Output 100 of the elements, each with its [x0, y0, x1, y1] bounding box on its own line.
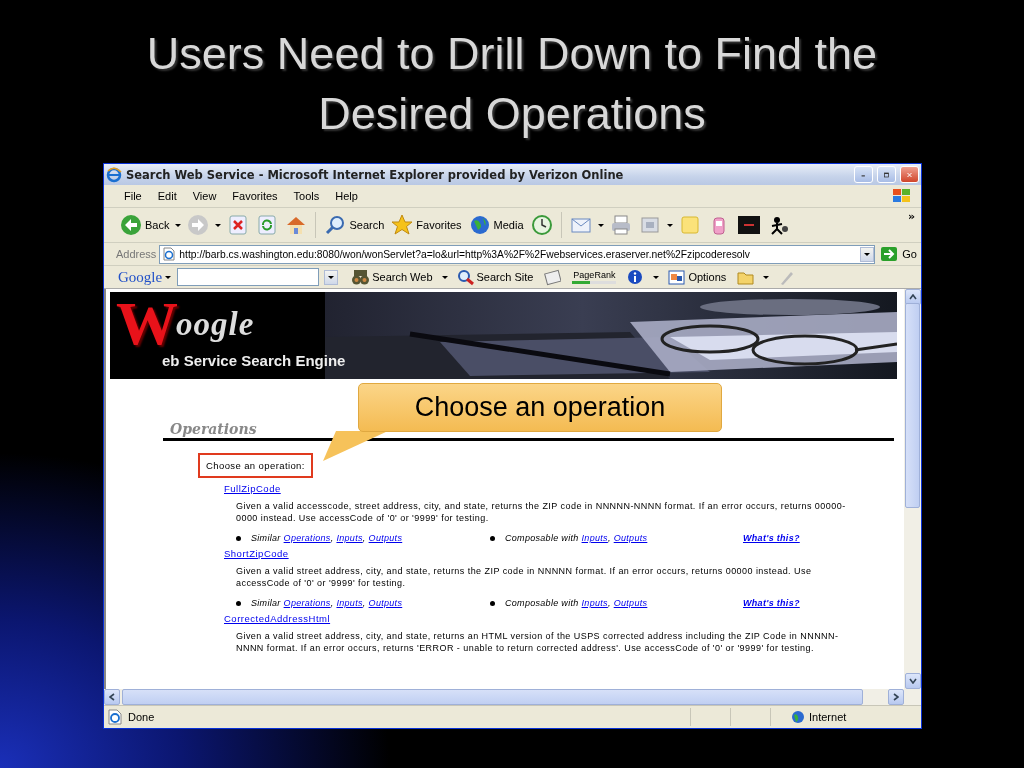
- globe-icon: [468, 214, 491, 236]
- help-link[interactable]: What's this?: [743, 533, 800, 543]
- caret-icon[interactable]: [596, 221, 605, 229]
- page-icon: [107, 709, 123, 725]
- callout: Choose an operation: [358, 383, 722, 432]
- windows-logo-icon: [891, 187, 913, 205]
- note-icon: [678, 214, 701, 236]
- menu-item[interactable]: Help: [327, 190, 366, 202]
- separator: ,: [607, 598, 611, 608]
- meta-label: Similar: [251, 533, 281, 543]
- scroll-left-button[interactable]: [104, 689, 120, 705]
- separator: ,: [607, 533, 611, 543]
- media-button[interactable]: Media: [466, 212, 526, 238]
- link[interactable]: Outputs: [613, 533, 648, 543]
- status-text: Done: [128, 711, 156, 723]
- operation-link[interactable]: FullZipCode: [224, 483, 281, 494]
- meta-label: Composable with: [505, 598, 579, 608]
- operation-link[interactable]: CorrectedAddressHtml: [224, 613, 331, 624]
- maximize-icon: [884, 169, 889, 180]
- maximize-button[interactable]: [877, 166, 896, 183]
- page-icon: [162, 247, 177, 261]
- browser-icon: [106, 166, 122, 183]
- search-icon: [456, 268, 474, 286]
- menu-item[interactable]: View: [184, 190, 225, 202]
- menu-item[interactable]: File: [116, 190, 150, 202]
- logo-tagline: eb Service Search Engine: [162, 352, 346, 369]
- tile-icon: [736, 214, 761, 236]
- separator: ,: [362, 598, 366, 608]
- operation-description: Given a valid street address, city, and state, returns the ZIP code in NNNNN format. If an error occurs, returns 00000 instead. Use accessCode of '0' or '9999' for testing.: [236, 565, 813, 589]
- bullet: [490, 535, 495, 541]
- back-button[interactable]: Back: [118, 212, 172, 238]
- info-icon: [627, 268, 645, 286]
- printer-icon: [609, 214, 632, 236]
- caret-icon[interactable]: [652, 273, 661, 281]
- link[interactable]: Operations: [283, 533, 331, 543]
- menu-item[interactable]: Edit: [149, 190, 185, 202]
- caret-icon[interactable]: [665, 221, 674, 229]
- more-button[interactable]: »: [907, 210, 915, 223]
- scroll-thumb[interactable]: [905, 303, 920, 508]
- scroll-right-button[interactable]: [888, 689, 904, 705]
- favorites-button[interactable]: Favorites: [389, 212, 464, 238]
- operation-link[interactable]: ShortZipCode: [224, 548, 289, 559]
- separator: ,: [330, 533, 334, 543]
- operation-prompt: Choose an operation:: [198, 453, 313, 478]
- link[interactable]: Outputs: [368, 598, 403, 608]
- address-field[interactable]: http://barb.cs.washington.edu:8080/won/wonServlet?a=lo&url=http%3A%2F%2Fwebservices.eraserver.net%2Fzipcoderesolv: [159, 244, 876, 264]
- search-web-button[interactable]: Search Web: [349, 268, 436, 286]
- help-link[interactable]: What's this?: [743, 598, 800, 608]
- link[interactable]: Inputs: [336, 533, 363, 543]
- logo-text: oogle: [176, 306, 255, 342]
- operation-description: Given a valid accesscode, street address, city, and state, returns the ZIP code in NNNNN-NNNN format. If an error occurs, returns 00000-0000 instead. Use accessCode of '0' or '9999' for testing.: [236, 500, 847, 524]
- pagerank-bar: [572, 280, 617, 284]
- binoculars-icon: [352, 268, 370, 286]
- separator: ,: [330, 598, 334, 608]
- bullet: [490, 600, 495, 606]
- google-menu[interactable]: Google: [118, 268, 173, 286]
- caret-icon[interactable]: [762, 273, 771, 281]
- bullet: [236, 535, 241, 541]
- address-label: Address: [116, 248, 157, 260]
- caret-icon[interactable]: [174, 221, 183, 229]
- go-button[interactable]: Go: [878, 246, 921, 262]
- search-field[interactable]: [177, 268, 320, 286]
- caret-icon[interactable]: [214, 221, 223, 229]
- caret-icon[interactable]: [440, 273, 449, 281]
- operation-description: Given a valid street address, city, and state, returns an HTML version of the USPS corrected address including the ZIP Code in NNNNN-NNNN format. If an error occurs, returns 'ERROR - unable to return corrected address'. Use accessCode of '0' or '9999' for testing.: [236, 630, 840, 654]
- window-title: Search Web Service - Microsoft Internet Explorer provided by Verizon Online: [126, 167, 625, 182]
- logo-initial: W: [116, 298, 178, 348]
- caret-icon[interactable]: [863, 250, 872, 258]
- options-button[interactable]: Options: [665, 268, 730, 286]
- caret-icon: [164, 273, 173, 281]
- clock-icon: [530, 214, 553, 236]
- star-icon: [391, 214, 414, 236]
- search-button[interactable]: Search: [322, 212, 387, 238]
- menu-item[interactable]: Tools: [285, 190, 328, 202]
- search-site-button[interactable]: Search Site: [453, 268, 537, 286]
- close-button[interactable]: [900, 166, 919, 183]
- link[interactable]: Outputs: [368, 533, 403, 543]
- search-icon: [324, 214, 347, 236]
- globe-icon: [791, 710, 805, 724]
- link[interactable]: Outputs: [613, 598, 648, 608]
- separator: ,: [362, 533, 366, 543]
- link[interactable]: Inputs: [581, 533, 608, 543]
- zone-label: Internet: [809, 711, 847, 723]
- slide-title: Users Need to Drill Down to Find the Desired Operations: [145, 27, 879, 141]
- scroll-up-button[interactable]: [904, 289, 921, 305]
- refresh-icon: [256, 214, 279, 236]
- scroll-thumb[interactable]: [122, 689, 863, 705]
- link[interactable]: Inputs: [581, 598, 608, 608]
- scroll-down-button[interactable]: [904, 673, 921, 689]
- meta-label: Composable with: [505, 533, 579, 543]
- back-icon: [120, 214, 142, 236]
- link[interactable]: Operations: [283, 598, 331, 608]
- menu-item[interactable]: Favorites: [224, 190, 286, 202]
- caret-icon[interactable]: [327, 273, 336, 281]
- pagerank-button[interactable]: PageRank: [569, 270, 620, 284]
- meta-label: Similar: [251, 598, 281, 608]
- link[interactable]: Inputs: [336, 598, 363, 608]
- bullet: [236, 600, 241, 606]
- forward-icon: [187, 214, 210, 236]
- stop-icon: [227, 214, 250, 236]
